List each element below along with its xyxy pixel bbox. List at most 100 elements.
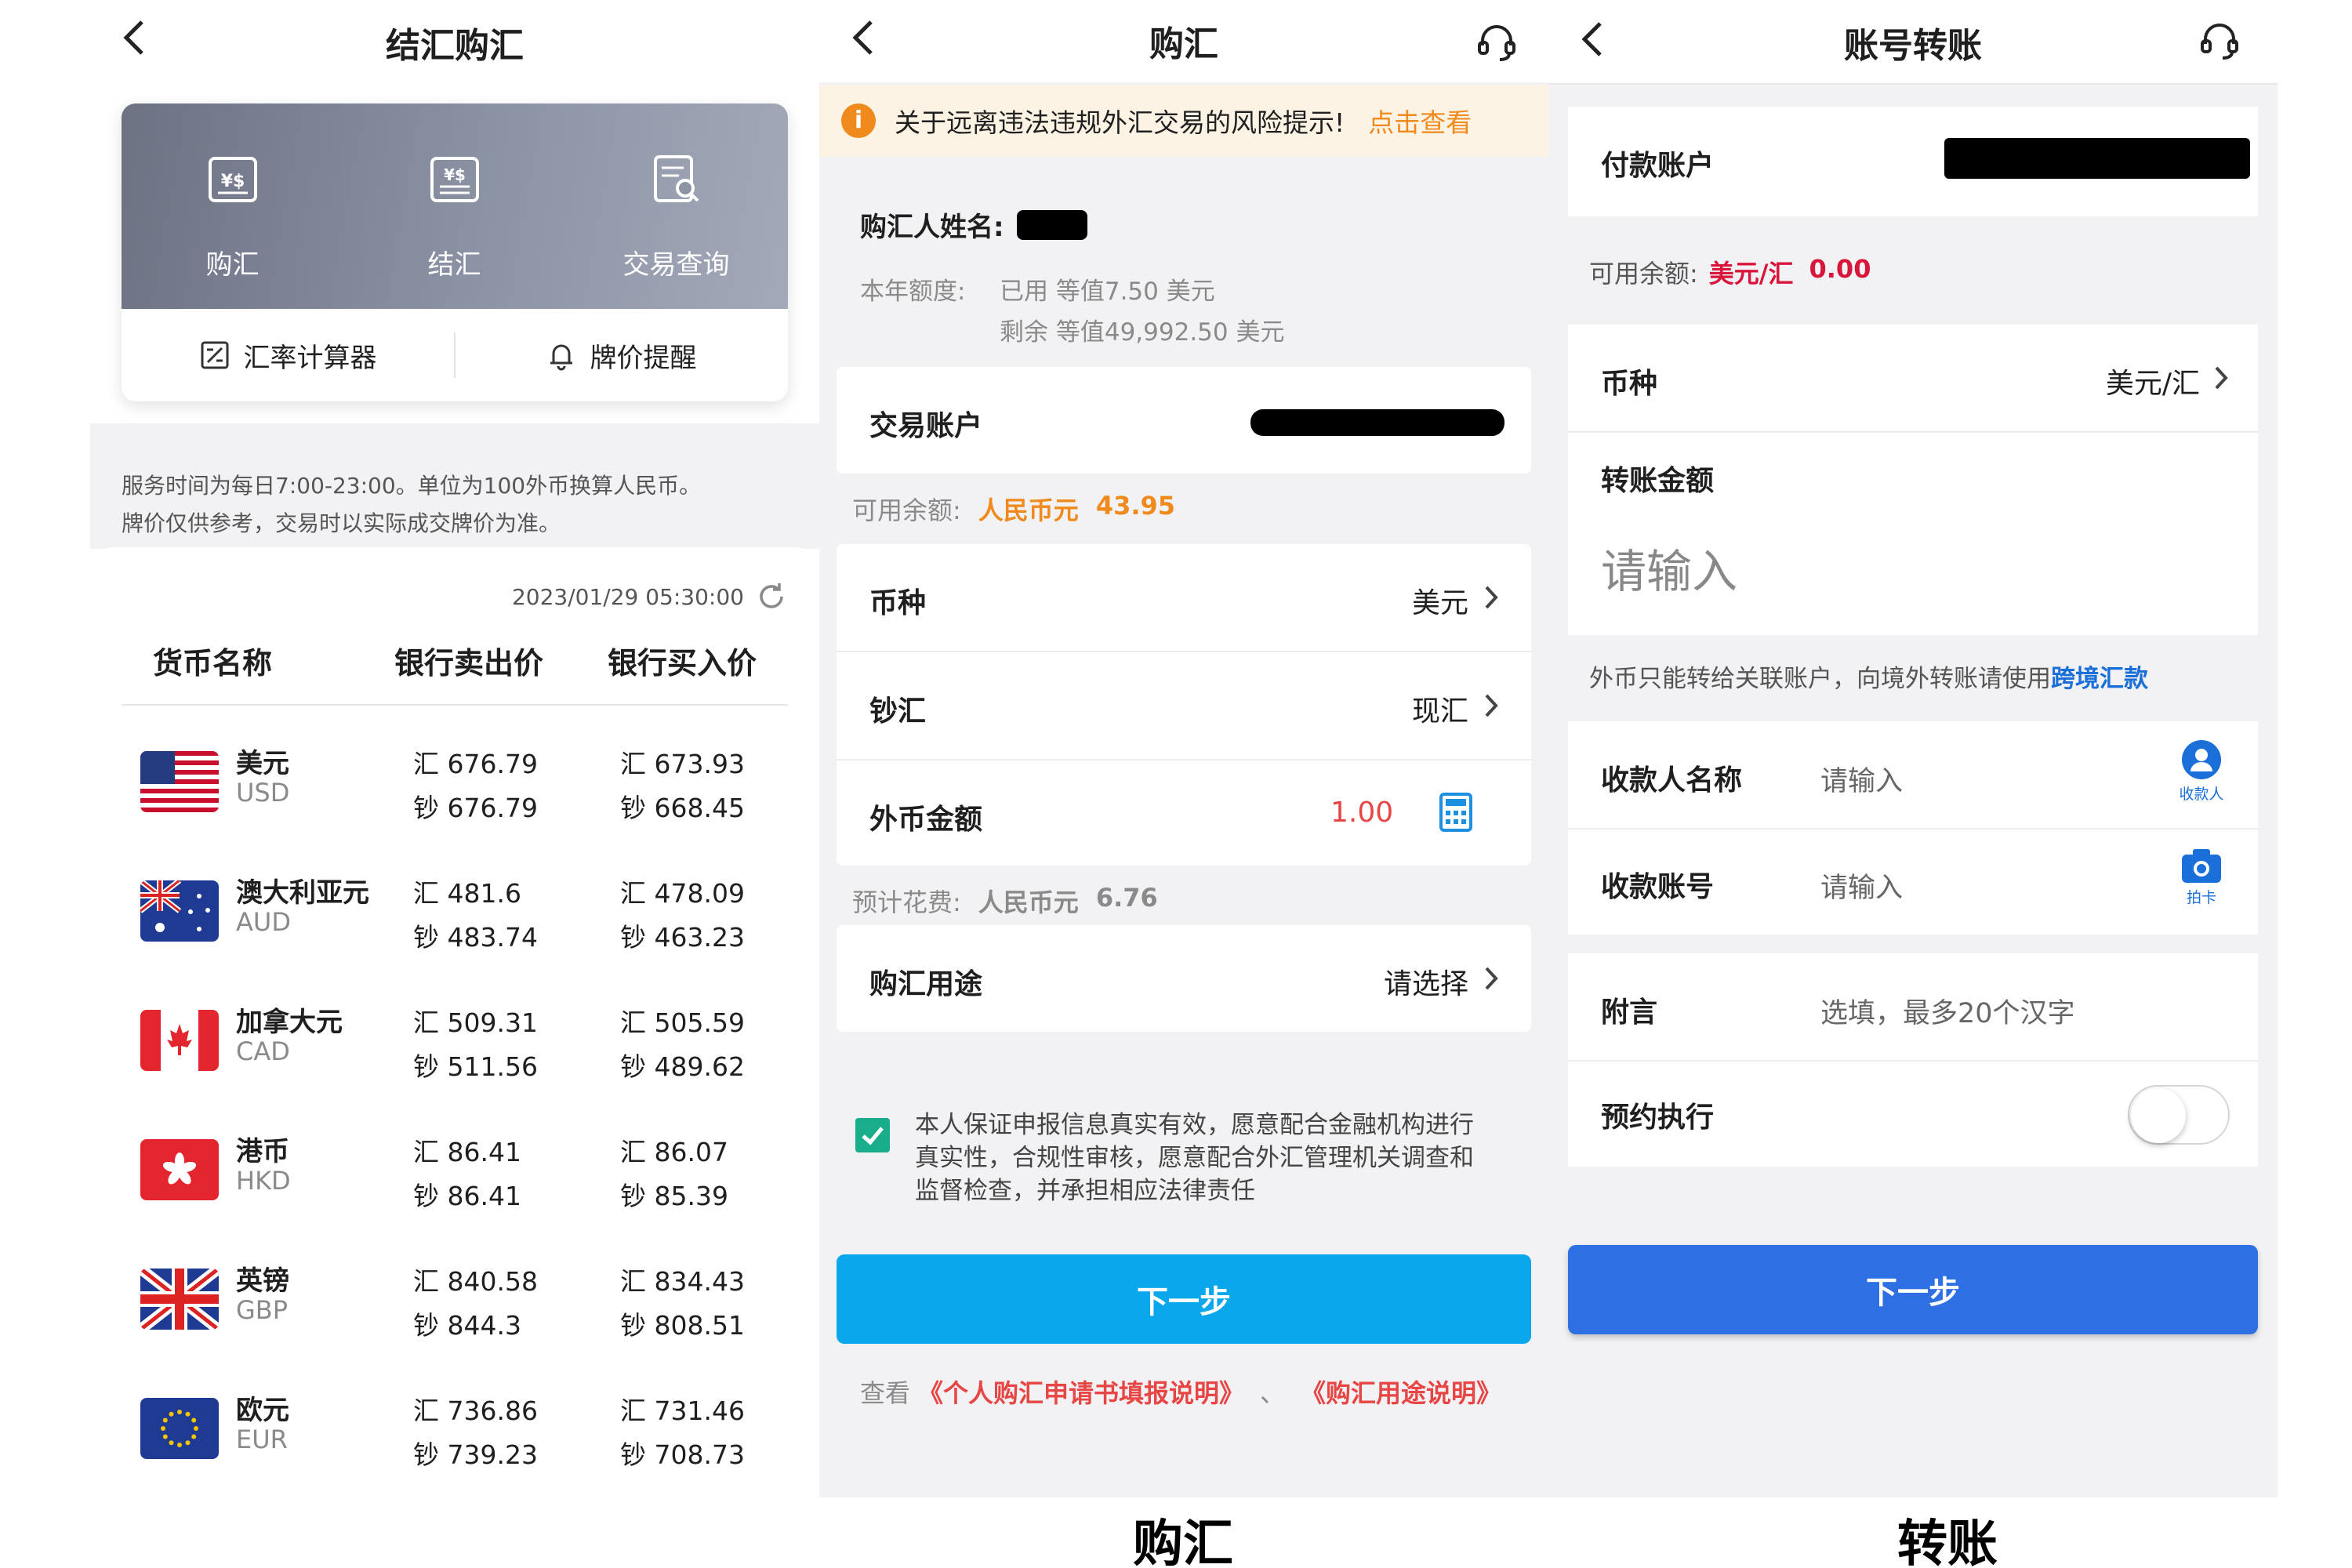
eu-flag-icon (140, 1398, 219, 1459)
currency-name: 欧元 (236, 1395, 289, 1426)
sell-fx-button[interactable]: ¥$ 结汇 (343, 154, 565, 281)
payee-card: 收款人名称 请输入 收款人 收款账号 请输入 拍卡 (1568, 721, 2258, 935)
amount-input[interactable]: 请输入 (1601, 535, 1737, 601)
buy-chao: 钞 85.39 (620, 1181, 728, 1211)
row-divider (1568, 828, 2258, 829)
buy-hui: 汇 673.93 (620, 749, 745, 779)
sell-hui: 汇 481.6 (413, 878, 521, 909)
warning-link[interactable]: 点击查看 (1368, 102, 1472, 140)
available-balance: 可用余额: 美元/汇 0.00 (1589, 254, 1871, 290)
info-icon: i (841, 103, 876, 138)
customer-service-icon[interactable] (1475, 20, 1519, 64)
buy-chao: 钞 668.45 (620, 793, 745, 823)
sell-chao: 钞 511.56 (413, 1051, 538, 1082)
currency-selector[interactable]: 币种 美元 (837, 544, 1531, 651)
calculator-icon[interactable] (1439, 792, 1473, 833)
payee-account-label: 收款账号 (1601, 871, 1715, 903)
sell-chao: 钞 844.3 (413, 1310, 521, 1341)
row-divider (1568, 1060, 2258, 1062)
notice-line: 牌价仅供参考，交易时以实际成交牌价为准。 (122, 510, 561, 536)
chevron-right-icon (1483, 964, 1500, 993)
payee-icon-label: 收款人 (2179, 786, 2224, 803)
buy-chao: 钞 463.23 (620, 922, 745, 953)
currency-code: USD (236, 778, 290, 808)
currency-code: EUR (236, 1425, 288, 1454)
next-button[interactable]: 下一步 (1568, 1245, 2258, 1334)
payee-book-button[interactable]: 收款人 (2178, 739, 2225, 804)
account-transfer-screen: 账号转账 付款账户 可用余额: 美元/汇 0.00 币种 美元/汇 转账金额 请… (1548, 0, 2278, 1497)
currency-value: 美元 (1411, 587, 1468, 619)
au-flag-icon (140, 880, 219, 942)
quota-remain: 剩余 等值49,992.50 美元 (1000, 318, 1285, 347)
cash-type-selector[interactable]: 钞汇 现汇 (837, 652, 1531, 759)
transfer-card: 币种 美元/汇 转账金额 请输入 (1568, 325, 2258, 635)
buy-chao: 钞 808.51 (620, 1310, 745, 1341)
calculator-icon (201, 341, 228, 369)
risk-warning-banner: i 关于远离违法违规外汇交易的风险提示! 点击查看 (819, 85, 1548, 157)
currency-row-hkd[interactable]: 港币 HKD 汇 86.41 钞 86.41 汇 86.07 钞 85.39 (90, 1116, 819, 1245)
camera-icon (2182, 849, 2221, 883)
rate-calculator-button[interactable]: 汇率计算器 (122, 309, 455, 401)
next-button[interactable]: 下一步 (837, 1254, 1531, 1344)
application-guide-link[interactable]: 《个人购汇申请书填报说明》 (918, 1374, 1244, 1410)
buy-hui: 汇 478.09 (620, 878, 745, 909)
purpose-selector[interactable]: 购汇用途 请选择 (837, 925, 1531, 1032)
svg-text:¥$: ¥$ (444, 165, 466, 184)
buy-fx-button[interactable]: ¥$ 购汇 (122, 154, 343, 281)
rate-timestamp: 2023/01/29 05:30:00 (512, 580, 788, 613)
payee-account-input[interactable]: 请输入 (1820, 866, 1903, 906)
quick-action-label: 交易查询 (622, 249, 730, 281)
currency-code: HKD (236, 1166, 291, 1196)
purpose-guide-link[interactable]: 《购汇用途说明》 (1301, 1374, 1501, 1410)
column-header-buy: 银行买入价 (608, 646, 757, 681)
customer-service-icon[interactable] (2198, 19, 2241, 63)
currency-label: 币种 (1601, 368, 1658, 400)
cross-border-link[interactable]: 跨境汇款 (2051, 665, 2148, 693)
bell-icon (550, 344, 572, 371)
quick-action-card: ¥$ 购汇 ¥$ 结汇 交易查询 汇率计算器 牌价提醒 (122, 103, 788, 401)
currency-row-cad[interactable]: 加拿大元 CAD 汇 509.31 钞 511.56 汇 505.59 钞 48… (90, 986, 819, 1116)
buy-chao: 钞 708.73 (620, 1439, 745, 1470)
balance-label: 可用余额: (852, 495, 961, 525)
chevron-right-icon (1483, 583, 1500, 612)
caption-buy: 购汇 (1133, 1515, 1233, 1568)
agreement-checkbox[interactable] (855, 1118, 890, 1152)
sell-chao: 钞 86.41 (413, 1181, 521, 1211)
schedule-toggle[interactable] (2128, 1085, 2230, 1145)
trade-account-row[interactable]: 交易账户 (837, 367, 1531, 474)
page-title: 账号转账 (1844, 26, 1982, 66)
help-links: 查看 《个人购汇申请书填报说明》 、 《购汇用途说明》 (860, 1374, 1501, 1410)
price-alert-button[interactable]: 牌价提醒 (455, 309, 788, 401)
quota-label: 本年额度: (860, 278, 966, 306)
amount-input[interactable]: 1.00 (1330, 797, 1393, 829)
caption-transfer: 转账 (1897, 1515, 1998, 1568)
amount-label: 转账金额 (1601, 465, 1715, 497)
currency-selector[interactable]: 币种 美元/汇 (1568, 325, 2258, 431)
estimated-cost: 预计花费: 人民币元 6.76 (852, 883, 1158, 919)
amount-row: 外币金额 1.00 (837, 760, 1531, 866)
memo-input[interactable]: 选填，最多20个汉字 (1820, 991, 2075, 1031)
row-divider (1568, 431, 2258, 433)
currency-code: GBP (236, 1295, 289, 1325)
currency-row-usd[interactable]: 美元 USD 汇 676.79 钞 676.79 汇 673.93 钞 668.… (90, 728, 819, 857)
currency-label: 币种 (869, 587, 927, 619)
chevron-right-icon (2212, 364, 2230, 392)
service-notice: 服务时间为每日7:00-23:00。单位为100外币换算人民币。 牌价仅供参考，… (122, 467, 788, 543)
transaction-query-button[interactable]: 交易查询 (565, 154, 787, 281)
page-title: 结汇购汇 (386, 26, 524, 66)
currency-name: 加拿大元 (236, 1007, 343, 1038)
agreement-line: 监督检查，并承担相应法律责任 (915, 1177, 1255, 1205)
currency-row-eur[interactable]: 欧元 EUR 汇 736.86 钞 739.23 汇 731.46 钞 708.… (90, 1374, 819, 1504)
currency-value: 美元/汇 (2105, 368, 2200, 400)
tool-label: 牌价提醒 (590, 342, 697, 374)
sell-hui: 汇 86.41 (413, 1137, 521, 1167)
currency-row-aud[interactable]: 澳大利亚元 AUD 汇 481.6 钞 483.74 汇 478.09 钞 46… (90, 857, 819, 986)
refresh-icon[interactable] (755, 580, 788, 613)
scan-card-button[interactable]: 拍卡 (2178, 847, 2225, 907)
hk-flag-icon (140, 1139, 219, 1200)
payer-account-row[interactable]: 付款账户 (1568, 107, 2258, 216)
camera-label: 拍卡 (2186, 889, 2216, 906)
fx-home-screen: 结汇购汇 ¥$ 购汇 ¥$ 结汇 交易查询 汇率计算器 牌价提醒 服务时间为每日… (90, 0, 819, 1568)
payee-name-input[interactable]: 请输入 (1820, 759, 1903, 799)
currency-row-gbp[interactable]: 英镑 GBP 汇 840.58 钞 844.3 汇 834.43 钞 808.5… (90, 1245, 819, 1374)
